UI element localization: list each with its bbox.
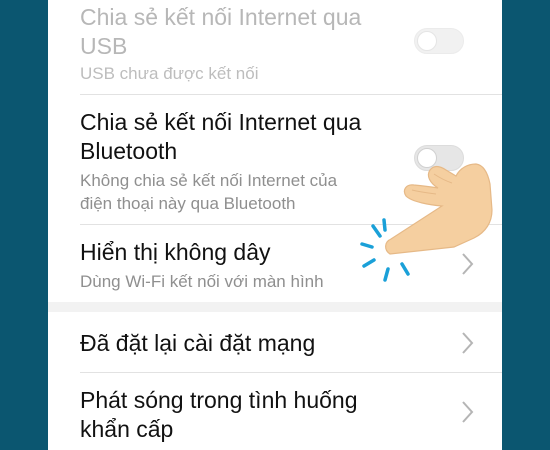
settings-screen: Chia sẻ kết nối Internet qua USB USB chư… — [48, 0, 502, 450]
section-gap — [48, 302, 502, 312]
bluetooth-tethering-subtitle-line1: Không chia sẻ kết nối Internet của — [80, 171, 338, 190]
wireless-display-title: Hiển thị không dây — [80, 239, 271, 265]
bluetooth-tethering-title-line2: Bluetooth — [80, 138, 178, 164]
usb-tethering-title-line1: Chia sẻ kết nối Internet qua — [80, 4, 362, 30]
network-reset-title: Đã đặt lại cài đặt mạng — [80, 330, 316, 356]
bluetooth-tethering-toggle[interactable] — [414, 145, 464, 171]
emergency-broadcast-title-line2: khẩn cấp — [80, 416, 174, 442]
usb-tethering-title-line2: USB — [80, 33, 128, 59]
bluetooth-tethering-subtitle-line2: điện thoại này qua Bluetooth — [80, 194, 296, 213]
bluetooth-tethering-title-line1: Chia sẻ kết nối Internet qua — [80, 109, 362, 135]
usb-tethering-toggle — [414, 28, 464, 54]
wireless-display-subtitle: Dùng Wi-Fi kết nối với màn hình — [80, 272, 324, 291]
divider — [80, 94, 502, 95]
chevron-right-icon — [462, 332, 474, 354]
emergency-broadcast-title-line1: Phát sóng trong tình huống — [80, 387, 358, 413]
chevron-right-icon — [462, 253, 474, 275]
chevron-right-icon — [462, 401, 474, 423]
toggle-knob — [417, 148, 437, 168]
divider — [80, 224, 502, 225]
divider — [80, 372, 502, 373]
usb-tethering-subtitle: USB chưa được kết nối — [80, 64, 259, 83]
toggle-knob — [417, 31, 437, 51]
